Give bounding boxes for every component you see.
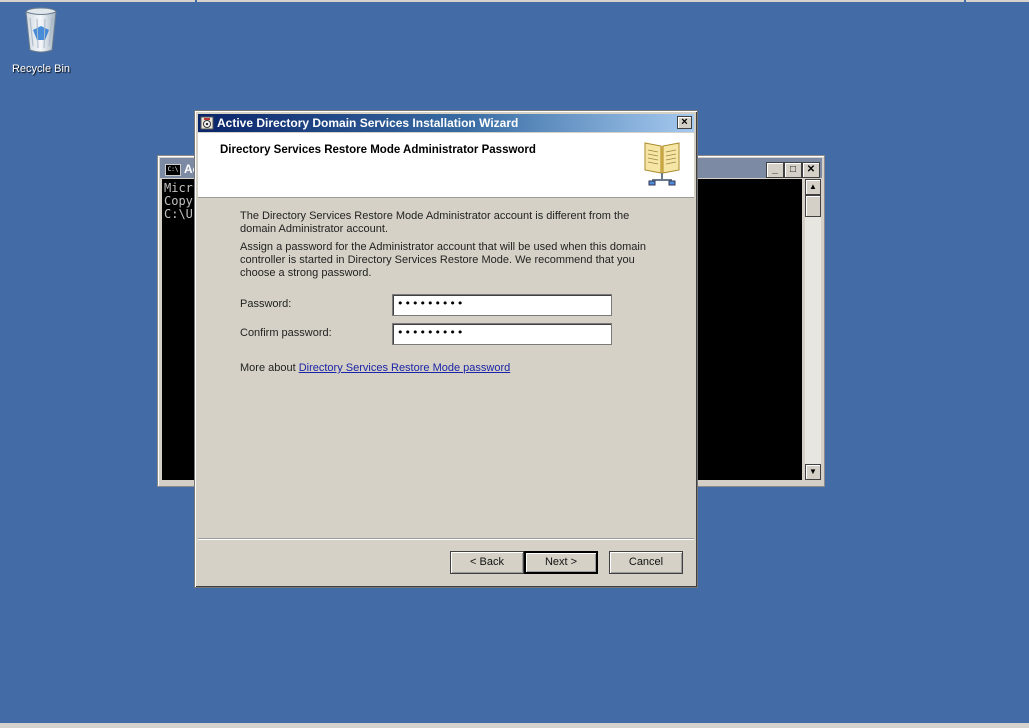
- maximize-button[interactable]: □: [784, 162, 802, 178]
- description-paragraph-1: The Directory Services Restore Mode Admi…: [240, 210, 630, 235]
- scroll-up-arrow-icon[interactable]: ▲: [805, 179, 821, 195]
- scroll-thumb[interactable]: [805, 195, 821, 217]
- back-button[interactable]: < Back: [450, 551, 524, 574]
- more-about-line: More about Directory Services Restore Mo…: [240, 362, 510, 374]
- wizard-close-button[interactable]: ×: [677, 116, 692, 129]
- page-title: Directory Services Restore Mode Administ…: [220, 144, 536, 156]
- wizard-body: The Directory Services Restore Mode Admi…: [240, 210, 660, 285]
- password-label: Password:: [240, 298, 292, 310]
- confirm-password-label: Confirm password:: [240, 327, 332, 339]
- minimize-button[interactable]: _: [766, 162, 784, 178]
- scroll-down-arrow-icon[interactable]: ▼: [805, 464, 821, 480]
- wizard-title-bar[interactable]: Active Directory Domain Services Install…: [198, 114, 694, 132]
- password-field[interactable]: •••••••••: [392, 294, 612, 316]
- ad-ds-installation-wizard: Active Directory Domain Services Install…: [194, 110, 698, 588]
- recycle-bin[interactable]: Recycle Bin: [8, 6, 74, 75]
- desktop-top-edge: [0, 0, 1029, 2]
- more-about-prefix: More about: [240, 362, 299, 374]
- button-separator: [198, 538, 694, 540]
- command-prompt-icon: C:\: [165, 164, 181, 176]
- recycle-bin-icon: [25, 7, 57, 53]
- wizard-title: Active Directory Domain Services Install…: [217, 116, 519, 130]
- recycle-bin-label: Recycle Bin: [11, 63, 71, 75]
- taskbar-edge: [0, 723, 1029, 728]
- wizard-header: Directory Services Restore Mode Administ…: [198, 133, 694, 198]
- next-button[interactable]: Next >: [524, 551, 598, 574]
- wizard-app-icon: [200, 116, 214, 130]
- cmd-scrollbar[interactable]: ▲ ▼: [805, 179, 821, 480]
- dsrm-password-help-link[interactable]: Directory Services Restore Mode password: [299, 362, 511, 374]
- close-button[interactable]: ✕: [802, 162, 820, 178]
- directory-book-icon: [644, 142, 680, 186]
- confirm-password-field[interactable]: •••••••••: [392, 323, 612, 345]
- cancel-button[interactable]: Cancel: [609, 551, 683, 574]
- description-paragraph-2: Assign a password for the Administrator …: [240, 241, 646, 279]
